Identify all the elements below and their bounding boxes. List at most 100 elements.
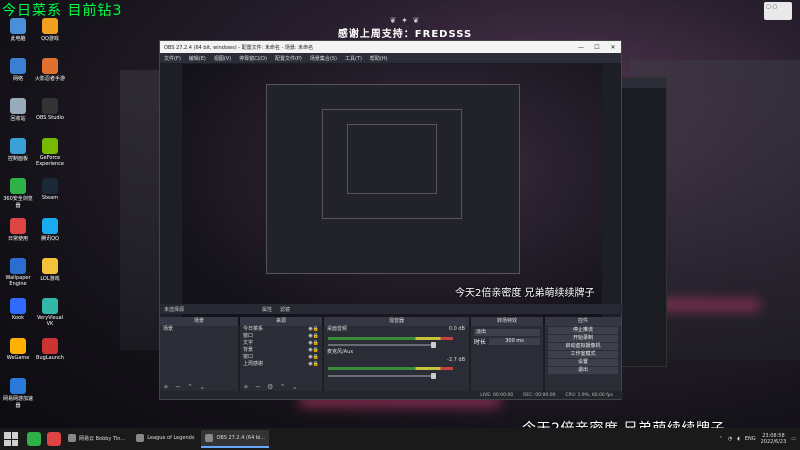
menu-item[interactable]: 工具(T) [345, 55, 362, 62]
stream-top-text: 今日菜系 目前钻3 [2, 3, 123, 19]
vk-icon [42, 298, 58, 314]
desktop-icon[interactable]: 360安全浏览器 [2, 178, 34, 209]
desktop-icon[interactable]: OBS Studio [34, 98, 66, 121]
control-panel-icon [10, 138, 26, 154]
task-label: 网易云 Bobby Tin... [79, 435, 126, 442]
desktop-icon[interactable]: VeryVisual VK [34, 298, 66, 327]
desktop-icon[interactable]: WeGame [2, 338, 34, 361]
desktop-icon[interactable]: 腾讯QQ [34, 218, 66, 242]
desktop-icon[interactable]: 火影忍者手游 [34, 58, 66, 82]
source-label: 窗口 [243, 333, 254, 339]
desktop-icon[interactable]: LOL游戏 [34, 258, 66, 282]
visibility-lock-icon[interactable]: ◉🔒 [308, 354, 319, 361]
transition-select[interactable]: 淡出 [474, 329, 540, 336]
visibility-lock-icon[interactable]: ◉🔒 [308, 326, 319, 333]
desktop-icon-label: 360安全浏览器 [3, 196, 33, 209]
obs-window[interactable]: OBS 27.2.4 (64 bit, windows) - 配置文件: 未命名… [159, 40, 623, 400]
desktop-icon[interactable]: GeForce Experience [34, 138, 66, 167]
nested-obs-preview-3 [347, 124, 437, 194]
clock-date: 2022/6/23 [760, 439, 787, 445]
desktop-icon[interactable]: 控制面板 [2, 138, 34, 162]
source-item[interactable]: 窗口 ◉🔒 [240, 354, 322, 361]
source-item[interactable]: 背景 ◉🔒 [240, 347, 322, 354]
control-button[interactable]: 退出 [548, 367, 618, 374]
control-button[interactable]: 开始录制 [548, 335, 618, 342]
properties-button[interactable]: 属性 [262, 306, 272, 313]
desktop-icon-label: 控制面板 [7, 156, 28, 162]
wifi-icon[interactable]: ◔ [728, 436, 732, 442]
scene-controls[interactable]: + − ⌃ ⌄ [163, 383, 207, 391]
app-icon [42, 338, 58, 354]
menu-item[interactable]: 场景集合(S) [310, 55, 337, 62]
obs-docks: 场景 场景 + − ⌃ ⌄ 来源 今日菜系 ◉🔒 窗口 ◉🔒 文字 ◉🔒 背景 ◉🔒 窗… [160, 317, 623, 397]
visibility-lock-icon[interactable]: ◉🔒 [308, 361, 319, 368]
app-icon[interactable] [27, 432, 41, 446]
taskbar-task[interactable]: League of Legends [132, 430, 198, 448]
menu-item[interactable]: 停靠窗口(D) [239, 55, 267, 62]
obs-title-text: OBS 27.2.4 (64 bit, windows) - 配置文件: 未命名… [164, 44, 314, 51]
control-button[interactable]: 启动虚拟摄像机 [548, 343, 618, 350]
live-status: LIVE: 00:00:00 [480, 392, 514, 398]
mixer-track-db: 0.0 dB [448, 326, 465, 332]
duration-label: 时长 [474, 339, 487, 346]
filters-button[interactable]: 滤镜 [280, 306, 290, 313]
taskbar: 网易云 Bobby Tin... League of Legends OBS 27.… [0, 428, 800, 450]
source-toolbar: 未选择源 属性 滤镜 [160, 304, 623, 314]
desktop-icon[interactable]: 网易网游加速器 [2, 378, 34, 409]
maximize-icon[interactable]: ☐ [589, 44, 605, 51]
menu-item[interactable]: 配置文件(P) [275, 55, 302, 62]
source-item[interactable]: 上周感谢 ◉🔒 [240, 361, 322, 368]
task-label: League of Legends [147, 435, 195, 441]
menu-item[interactable]: 帮助(H) [370, 55, 388, 62]
volume-slider[interactable] [328, 342, 436, 348]
desktop-icon[interactable]: BugLaunch [34, 338, 66, 361]
menu-item[interactable]: 编辑(E) [189, 55, 206, 62]
mixer-dock-title: 混音器 [324, 317, 469, 326]
game-icon [42, 58, 58, 74]
wegame-icon [10, 338, 26, 354]
desktop-icon-label: GeForce Experience [36, 155, 64, 167]
source-controls[interactable]: + − ⚙ ⌃ ⌄ [243, 383, 300, 391]
controls-dock-title: 控件 [545, 317, 621, 326]
desktop-icon[interactable]: 回收站 [2, 98, 34, 122]
desktop-icon[interactable]: 日常使用 [2, 218, 34, 242]
desktop-icon[interactable]: QQ游戏 [34, 18, 66, 42]
menu-item[interactable]: 视图(V) [214, 55, 231, 62]
desktop-icon[interactable]: 此电脑 [2, 18, 34, 42]
visibility-lock-icon[interactable]: ◉🔒 [308, 333, 319, 340]
browser-icon [10, 178, 26, 194]
clock[interactable]: 23:08:58 2022/6/23 [761, 433, 787, 445]
kook-icon [10, 298, 26, 314]
taskbar-task[interactable]: OBS 27.2.4 (64 bi... [201, 430, 270, 448]
notification-icon[interactable]: ▭ [791, 436, 796, 442]
desktop-icon[interactable]: Kook [2, 298, 34, 321]
source-item[interactable]: 文字 ◉🔒 [240, 340, 322, 347]
volume-meter [328, 337, 453, 340]
menu-item[interactable]: 文件(F) [164, 55, 181, 62]
app-icon[interactable] [47, 432, 61, 446]
obs-titlebar: OBS 27.2.4 (64 bit, windows) - 配置文件: 未命名… [160, 41, 621, 53]
close-icon[interactable]: ✕ [605, 44, 621, 51]
control-button[interactable]: 设置 [548, 359, 618, 366]
control-button[interactable]: 工作室模式 [548, 351, 618, 358]
visibility-lock-icon[interactable]: ◉🔒 [308, 340, 319, 347]
duration-input[interactable]: 300 ms [489, 338, 540, 345]
minimize-icon[interactable]: — [573, 44, 589, 51]
language-indicator[interactable]: ENG [745, 436, 756, 442]
controls-dock: 控件 停止推流 开始录制 启动虚拟摄像机 工作室模式 设置 退出 [545, 317, 621, 393]
desktop-icon[interactable]: Steam [34, 178, 66, 201]
scene-item[interactable]: 场景 [160, 326, 238, 333]
visibility-lock-icon[interactable]: ◉🔒 [308, 347, 319, 354]
tray-chevron-icon[interactable]: ⌃ [719, 436, 723, 442]
source-name: 未选择源 [164, 306, 185, 313]
taskbar-task[interactable]: 网易云 Bobby Tin... [64, 430, 129, 448]
control-button[interactable]: 停止推流 [548, 327, 618, 334]
source-item[interactable]: 窗口 ◉🔒 [240, 333, 322, 340]
desktop-icon-label: Steam [41, 195, 59, 201]
start-button[interactable] [4, 432, 18, 446]
volume-slider[interactable] [328, 373, 436, 379]
volume-icon[interactable]: ◖ [737, 436, 740, 442]
desktop-icon[interactable]: Wallpaper Engine [2, 258, 34, 287]
desktop-icon[interactable]: 网络 [2, 58, 34, 82]
source-item[interactable]: 今日菜系 ◉🔒 [240, 326, 322, 333]
